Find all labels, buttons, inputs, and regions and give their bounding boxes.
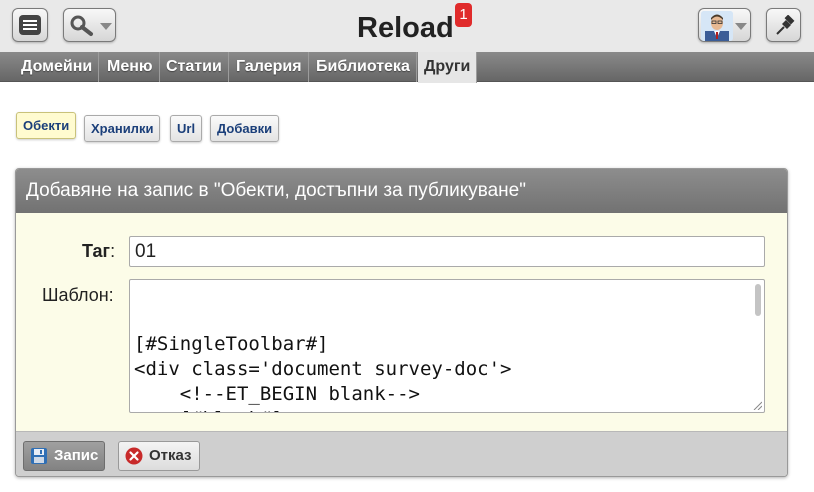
close-icon bbox=[125, 447, 143, 465]
search-icon bbox=[70, 15, 93, 36]
template-text: [#SingleToolbar#] <div class='document s… bbox=[134, 333, 512, 412]
cancel-button[interactable]: Отказ bbox=[118, 441, 200, 471]
scrollbar-thumb[interactable] bbox=[755, 284, 761, 316]
tag-input[interactable]: 01 bbox=[129, 236, 765, 267]
save-button-label: Запис bbox=[54, 447, 99, 464]
add-record-form: Добавяне на запис в "Обекти, достъпни за… bbox=[15, 168, 788, 477]
user-menu-button[interactable] bbox=[698, 8, 751, 42]
form-toolbar: Запис Отказ bbox=[16, 431, 787, 476]
tag-label-text: Таг bbox=[82, 241, 111, 261]
hamburger-menu-icon bbox=[19, 15, 41, 35]
top-bar: Reload 1 bbox=[0, 0, 814, 52]
subtab-storages[interactable]: Хранилки bbox=[84, 115, 161, 142]
form-title: Добавяне на запис в "Обекти, достъпни за… bbox=[16, 169, 787, 213]
cancel-button-label: Отказ bbox=[149, 447, 192, 464]
avatar bbox=[701, 11, 733, 41]
resize-grip-icon[interactable] bbox=[752, 400, 762, 410]
textarea-scrollbar[interactable] bbox=[753, 281, 763, 411]
search-button[interactable] bbox=[63, 8, 116, 42]
subtab-objects[interactable]: Обекти bbox=[16, 112, 77, 139]
nav-item-articles[interactable]: Статии bbox=[160, 52, 229, 82]
main-nav: Домейни Меню Статии Галерия Библиотека Д… bbox=[0, 52, 814, 83]
save-button[interactable]: Запис bbox=[23, 441, 105, 471]
tag-field-label: Таг: bbox=[82, 241, 115, 262]
nav-item-library[interactable]: Библиотека bbox=[310, 52, 417, 82]
pin-icon bbox=[776, 15, 795, 35]
template-field-label: Шаблон: bbox=[42, 285, 114, 305]
subtab-url[interactable]: Url bbox=[170, 115, 203, 142]
pin-button[interactable] bbox=[766, 8, 801, 42]
nav-item-other[interactable]: Други bbox=[418, 52, 478, 83]
subtab-addons[interactable]: Добавки bbox=[210, 115, 280, 142]
main-menu-button[interactable] bbox=[12, 8, 48, 42]
nav-item-menu[interactable]: Меню bbox=[101, 52, 160, 82]
nav-item-domains[interactable]: Домейни bbox=[15, 52, 100, 82]
chevron-down-icon bbox=[735, 23, 747, 30]
floppy-disk-icon bbox=[31, 448, 47, 464]
chevron-down-icon bbox=[100, 23, 112, 30]
app-title: Reload bbox=[357, 12, 454, 44]
template-textarea[interactable]: [#SingleToolbar#] <div class='document s… bbox=[129, 279, 765, 413]
tag-label-colon: : bbox=[110, 241, 116, 261]
nav-item-gallery[interactable]: Галерия bbox=[230, 52, 309, 82]
notification-badge[interactable]: 1 bbox=[455, 3, 472, 27]
